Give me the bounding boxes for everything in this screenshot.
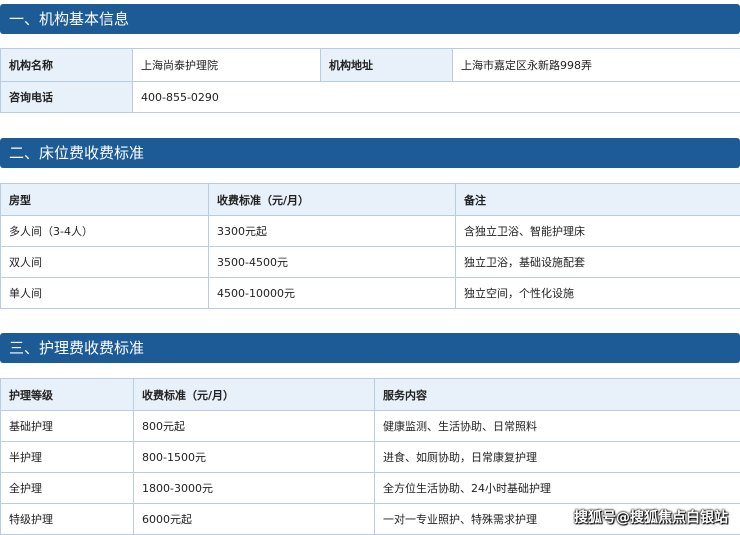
table-row: 咨询电话 400-855-0290 (0, 81, 740, 113)
table-cell: 双人间 (0, 246, 209, 278)
table-cell: 全护理 (0, 472, 134, 504)
table-cell: 特级护理 (0, 503, 134, 535)
bed-fee-table: 房型 收费标准（元/月） 备注 多人间（3-4人） 3300元起 含独立卫浴、智… (0, 183, 740, 309)
table-cell: 3500-4500元 (208, 246, 456, 278)
column-header: 备注 (455, 183, 740, 216)
table-cell: 多人间（3-4人） (0, 215, 209, 247)
table-row: 全护理 1800-3000元 全方位生活协助、24小时基础护理 (0, 472, 740, 504)
table-header-row: 护理等级 收费标准（元/月） 服务内容 (0, 378, 740, 411)
section-title-bed-fees: 二、床位费收费标准 (0, 138, 740, 168)
table-cell: 基础护理 (0, 410, 134, 442)
name-value: 上海尚泰护理院 (132, 48, 321, 82)
table-cell: 进食、如厕协助，日常康复护理 (374, 441, 740, 473)
table-row: 基础护理 800元起 健康监测、生活协助、日常照料 (0, 410, 740, 442)
table-row: 双人间 3500-4500元 独立卫浴，基础设施配套 (0, 246, 740, 278)
address-value: 上海市嘉定区永新路998弄 (452, 48, 740, 82)
column-header: 护理等级 (0, 378, 134, 411)
column-header: 服务内容 (374, 378, 740, 411)
table-cell: 半护理 (0, 441, 134, 473)
table-cell: 6000元起 (133, 503, 375, 535)
watermark: 搜狐号@搜狐焦点白银站 (574, 510, 728, 526)
table-row: 多人间（3-4人） 3300元起 含独立卫浴、智能护理床 (0, 215, 740, 247)
table-cell: 含独立卫浴、智能护理床 (455, 215, 740, 247)
table-cell: 单人间 (0, 277, 209, 309)
basic-info-table: 机构名称 上海尚泰护理院 机构地址 上海市嘉定区永新路998弄 咨询电话 400… (0, 48, 740, 113)
table-cell: 全方位生活协助、24小时基础护理 (374, 472, 740, 504)
address-label: 机构地址 (320, 48, 453, 82)
table-cell: 800-1500元 (133, 441, 375, 473)
name-label: 机构名称 (0, 48, 133, 82)
table-cell: 独立卫浴，基础设施配套 (455, 246, 740, 278)
table-row: 机构名称 上海尚泰护理院 机构地址 上海市嘉定区永新路998弄 (0, 48, 740, 82)
column-header: 收费标准（元/月） (133, 378, 375, 411)
phone-label: 咨询电话 (0, 81, 133, 113)
column-header: 房型 (0, 183, 209, 216)
table-row: 单人间 4500-10000元 独立空间，个性化设施 (0, 277, 740, 309)
phone-value: 400-855-0290 (132, 81, 740, 113)
table-cell: 1800-3000元 (133, 472, 375, 504)
column-header: 收费标准（元/月） (208, 183, 456, 216)
section-title-care-fees: 三、护理费收费标准 (0, 333, 740, 363)
table-header-row: 房型 收费标准（元/月） 备注 (0, 183, 740, 216)
table-cell: 3300元起 (208, 215, 456, 247)
table-cell: 健康监测、生活协助、日常照料 (374, 410, 740, 442)
table-cell: 独立空间，个性化设施 (455, 277, 740, 309)
table-cell: 4500-10000元 (208, 277, 456, 309)
table-row: 半护理 800-1500元 进食、如厕协助，日常康复护理 (0, 441, 740, 473)
section-title-basic-info: 一、机构基本信息 (0, 4, 740, 34)
table-cell: 800元起 (133, 410, 375, 442)
